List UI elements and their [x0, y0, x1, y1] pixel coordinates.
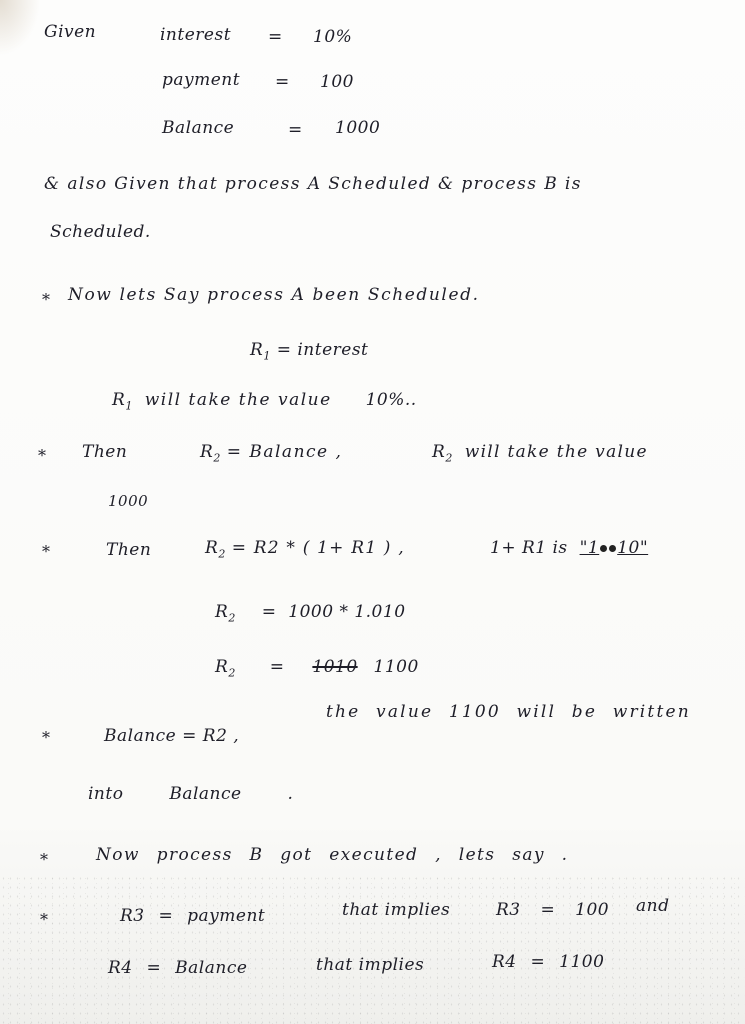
- given-interest-eq: =: [268, 27, 283, 47]
- step5-text: Now process B got executed , lets say .: [96, 845, 569, 865]
- scanned-page: [0, 0, 745, 1024]
- step6-and: and: [636, 896, 670, 916]
- step4-text-2: into Balance .: [88, 784, 294, 804]
- step2-note: R2 will take the value: [432, 442, 648, 464]
- r2-symbol: R: [432, 442, 446, 462]
- r2-symbol: R: [215, 657, 229, 677]
- step4-lhs: Balance = R2 ,: [104, 726, 240, 746]
- step3-formula: R2 = R2 * ( 1+ R1 ) ,: [205, 538, 405, 560]
- r1-symbol: R: [112, 390, 126, 410]
- r2-symbol: R: [215, 602, 229, 622]
- value-part-b: 10": [617, 538, 649, 558]
- r2-update-formula: = R2 * ( 1+ R1 ) ,: [231, 538, 405, 558]
- one-plus-r1-label: 1+ R1 is: [490, 538, 568, 558]
- step1-note: R1 will take the value 10%..: [112, 390, 417, 412]
- given-payment-eq: =: [275, 72, 290, 92]
- step2-equation: R2 = Balance ,: [200, 442, 342, 464]
- step6-r3-value: R3 = 100: [496, 900, 610, 920]
- bullet-star: *: [40, 850, 48, 869]
- step3-note: 1+ R1 is "1 10": [490, 538, 648, 558]
- intro-line-2: Scheduled.: [50, 222, 151, 242]
- given-label: Given: [44, 22, 97, 42]
- r2-symbol: R: [200, 442, 214, 462]
- step3-then: Then: [106, 540, 152, 560]
- step6-implies: that implies: [342, 900, 451, 920]
- given-balance-name: Balance: [162, 118, 235, 138]
- r2-subscript: 2: [213, 451, 221, 465]
- r2-subscript: 2: [218, 547, 226, 561]
- step1-note-value: 10%..: [365, 390, 417, 410]
- bullet-star: *: [42, 290, 50, 309]
- bullet-star: *: [38, 446, 46, 465]
- given-payment-name: payment: [162, 70, 241, 90]
- decimal-dot: [600, 545, 608, 552]
- step1-note-text: will take the value: [144, 390, 332, 410]
- r1-subscript: 1: [263, 349, 271, 363]
- one-plus-r1-value: "1 10": [580, 538, 649, 558]
- r1-subscript: 1: [125, 399, 133, 413]
- r1-symbol: R: [250, 340, 264, 360]
- ink-blot: [609, 545, 617, 552]
- given-interest-name: interest: [160, 25, 232, 45]
- step2-then: Then: [82, 442, 128, 462]
- r1-assignment: = interest: [276, 340, 369, 360]
- step6-implies-2: that implies: [316, 955, 425, 975]
- step3-calc-1: R2 = 1000 * 1.010: [215, 602, 406, 624]
- step1-equation: R1 = interest: [250, 340, 368, 362]
- given-balance-value: 1000: [335, 118, 381, 138]
- step6-r4-value: R4 = 1100: [492, 952, 605, 972]
- step2-note-text: will take the value: [464, 442, 648, 462]
- step6-r4: R4 = Balance: [108, 958, 248, 978]
- intro-line-1: & also Given that process A Scheduled & …: [44, 174, 582, 194]
- step6-r3: R3 = payment: [120, 906, 266, 926]
- step2-value: 1000: [108, 492, 149, 510]
- given-balance-eq: =: [288, 120, 303, 140]
- r2-symbol: R: [205, 538, 219, 558]
- given-interest-value: 10%: [313, 27, 353, 47]
- step3-calc-2: R2 = 1010 1100: [215, 657, 419, 679]
- r2-result: 1100: [373, 657, 419, 677]
- step1-text: Now lets Say process A been Scheduled.: [68, 285, 480, 305]
- bullet-star: *: [42, 542, 50, 561]
- r2-multiplication: = 1000 * 1.010: [261, 602, 406, 622]
- value-part-a: "1: [579, 538, 600, 558]
- r2-assignment: = Balance ,: [226, 442, 343, 462]
- given-payment-value: 100: [320, 72, 354, 92]
- r2-subscript: 2: [445, 451, 453, 465]
- r2-subscript: 2: [228, 666, 236, 680]
- equals-sign: =: [269, 657, 285, 677]
- step4-text: the value 1100 will be written: [326, 702, 691, 722]
- struck-out-value: 1010: [312, 657, 358, 677]
- r2-subscript: 2: [228, 611, 236, 625]
- bullet-star: *: [42, 728, 50, 747]
- paper-grain: [0, 874, 745, 1024]
- bullet-star: *: [40, 910, 48, 929]
